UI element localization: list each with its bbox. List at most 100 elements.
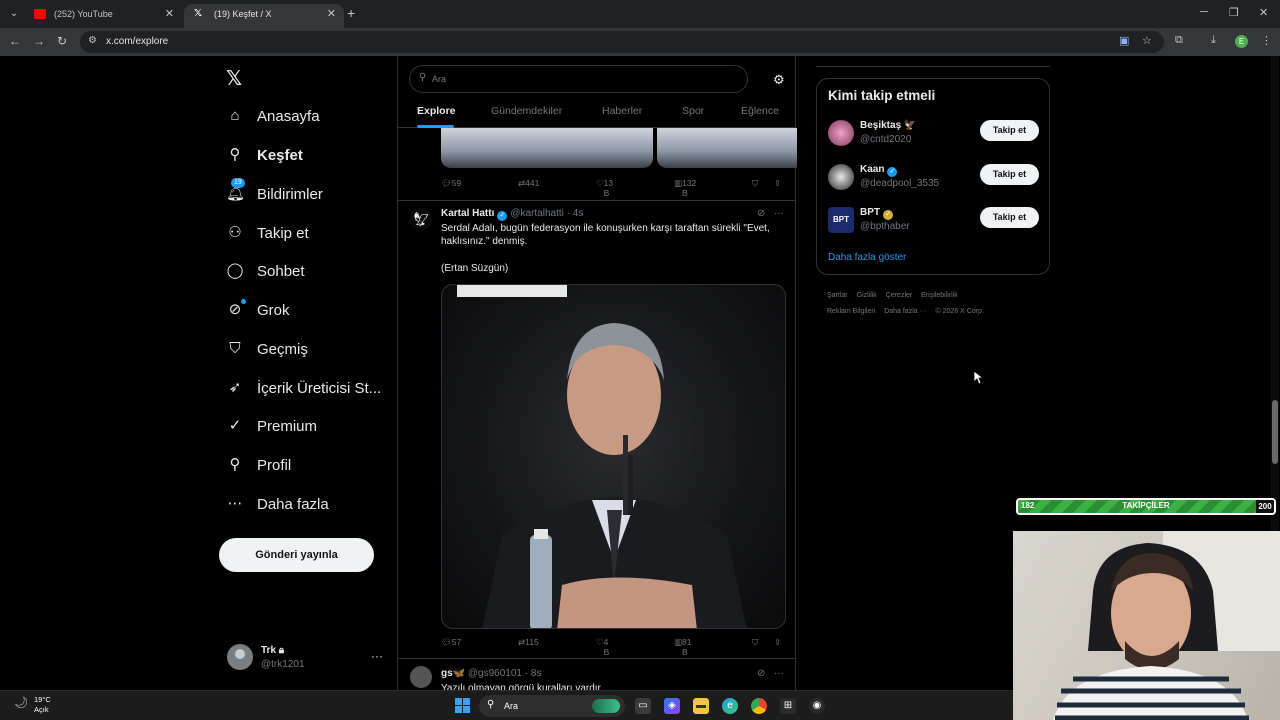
- footer-link[interactable]: Çerezler: [886, 292, 912, 299]
- tweet-time[interactable]: · 8s: [525, 668, 542, 679]
- task-view-icon[interactable]: ▭: [635, 698, 651, 714]
- footer-link[interactable]: Erişilebilirlik: [921, 292, 958, 299]
- tweet-author-handle[interactable]: @gs960101: [468, 668, 522, 679]
- tweet-image[interactable]: [441, 128, 653, 168]
- tweet-author-handle[interactable]: @kartalhatti: [510, 208, 564, 219]
- show-more-link[interactable]: Daha fazla göster: [828, 252, 906, 263]
- views-button[interactable]: ▥ 132 B: [674, 178, 696, 198]
- edge-icon[interactable]: e: [722, 698, 738, 714]
- download-icon[interactable]: ⤓: [1211, 34, 1216, 47]
- footer-link[interactable]: Daha fazla ···: [884, 308, 926, 315]
- reply-count: 57: [451, 637, 462, 647]
- views-button[interactable]: ▥ 81 B: [674, 637, 692, 657]
- sidebar-item-home[interactable]: ⌂ Anasayfa: [226, 101, 319, 131]
- sidebar-item-history[interactable]: ⛉ Geçmiş: [226, 334, 307, 364]
- tab-entertainment[interactable]: Eğlence: [741, 105, 779, 117]
- obs-icon[interactable]: ◉: [809, 698, 825, 714]
- follow-button[interactable]: Takip et: [980, 164, 1039, 185]
- sidebar-item-more[interactable]: ⋯ Daha fazla: [226, 489, 329, 519]
- tab-news[interactable]: Haberler: [602, 105, 642, 117]
- back-arrow-icon[interactable]: ←: [9, 34, 21, 48]
- suggested-account[interactable]: Kaan ✓ @deadpool_3535 Takip et: [828, 162, 1040, 196]
- account-switcher[interactable]: Trk 🔒︎ @trk1201 ···: [227, 643, 387, 673]
- footer-link[interactable]: Gizlilik: [857, 292, 877, 299]
- sidebar-item-explore[interactable]: ⚲ Keşfet: [226, 140, 303, 170]
- site-info-icon[interactable]: ⚙: [88, 35, 97, 46]
- new-tab-plus-icon[interactable]: +: [347, 5, 355, 21]
- profile-avatar[interactable]: E: [1235, 35, 1248, 48]
- avatar[interactable]: 🦅︎: [410, 208, 432, 230]
- share-icon[interactable]: ⇪: [774, 637, 781, 648]
- tab-search-chevron-icon[interactable]: ⌄: [6, 6, 22, 22]
- like-count: 4 B: [603, 637, 610, 657]
- reply-button[interactable]: 💬︎ 57: [441, 637, 461, 648]
- retweet-button[interactable]: ⇄ 441: [518, 178, 539, 189]
- suggested-account[interactable]: BPT BPT ✓ @bpthaber Takip et: [828, 205, 1040, 239]
- tweet-image[interactable]: [657, 128, 797, 168]
- tweet-photo[interactable]: [441, 284, 786, 629]
- tweet-time[interactable]: · 4s: [567, 208, 584, 219]
- footer-link[interactable]: Reklam Bilgileri: [827, 308, 875, 315]
- window-close-icon[interactable]: ✕: [1259, 6, 1268, 19]
- weather-widget[interactable]: 19°C Açık: [34, 695, 51, 715]
- footer-link[interactable]: Şartlar: [827, 292, 848, 299]
- like-button[interactable]: ♡ 13 B: [596, 178, 613, 198]
- more-dots-icon[interactable]: ···: [774, 668, 784, 679]
- settings-gear-icon[interactable]: ⚙: [773, 72, 785, 88]
- bookmark-icon[interactable]: ⛉: [752, 637, 758, 648]
- file-explorer-icon[interactable]: ▬: [693, 698, 709, 714]
- sidebar-item-notifications[interactable]: 🔔︎ 19 Bildirimler: [226, 178, 323, 209]
- bookmark-icon[interactable]: ⛉: [752, 178, 758, 189]
- search-icon: ⚲: [419, 72, 427, 83]
- share-icon[interactable]: ⇪: [774, 178, 781, 189]
- suggested-account[interactable]: Beşiktaş 🦅 @cntd2020 Takip et: [828, 118, 1040, 152]
- footer-links: Şartlar Gizlilik Çerezler Erişilebilirli…: [827, 288, 1027, 320]
- menu-kebab-icon[interactable]: ⋮: [1261, 34, 1272, 47]
- sidebar-item-grok[interactable]: ⊘ Grok: [226, 295, 290, 325]
- tab-explore[interactable]: Explore: [417, 105, 456, 117]
- microsoft-365-icon[interactable]: ◈: [664, 698, 680, 714]
- avatar[interactable]: [410, 666, 432, 688]
- reload-icon[interactable]: ↻: [57, 34, 67, 48]
- like-button[interactable]: ♡ 4 B: [596, 637, 609, 657]
- forward-arrow-icon[interactable]: →: [33, 34, 45, 48]
- x-logo-icon[interactable]: 𝕏: [226, 66, 242, 91]
- weather-moon-icon[interactable]: 🌙︎: [14, 696, 28, 709]
- restore-icon[interactable]: ❐: [1229, 6, 1239, 19]
- sidebar-item-premium[interactable]: ✓ Premium: [226, 411, 317, 441]
- sidebar-item-follow[interactable]: ⚇ Takip et: [226, 218, 308, 248]
- extension-icon[interactable]: ▣: [1119, 34, 1129, 47]
- bookmark-star-icon[interactable]: ☆: [1142, 34, 1152, 47]
- close-icon[interactable]: ✕: [327, 4, 336, 24]
- tab-trending[interactable]: Gündemdekiler: [491, 105, 562, 117]
- browser-tab-youtube[interactable]: (252) YouTube ✕: [24, 4, 182, 28]
- more-dots-icon[interactable]: ···: [371, 649, 383, 663]
- extensions-puzzle-icon[interactable]: ⧉: [1175, 34, 1183, 47]
- follow-button[interactable]: Takip et: [980, 207, 1039, 228]
- scrollbar-thumb[interactable]: [1272, 400, 1278, 464]
- retweet-button[interactable]: ⇄ 115: [518, 637, 539, 648]
- sidebar-item-profile[interactable]: ⚲ Profil: [226, 450, 292, 480]
- grok-icon[interactable]: ⊘: [757, 668, 765, 679]
- more-dots-icon[interactable]: ···: [774, 208, 784, 219]
- sidebar-item-creator-studio[interactable]: ➶ İçerik Üreticisi St...: [226, 373, 381, 403]
- taskbar-search[interactable]: ⚲ Ara: [479, 695, 625, 717]
- add-person-icon: ⚇: [228, 224, 242, 241]
- address-bar[interactable]: ⚙ x.com/explore: [80, 31, 1164, 53]
- post-button[interactable]: Gönderi yayınla: [219, 538, 374, 572]
- sidebar-item-chat[interactable]: ◯ Sohbet: [226, 256, 305, 286]
- search-input[interactable]: ⚲ Ara: [409, 65, 748, 93]
- store-icon[interactable]: ⊞: [780, 698, 796, 714]
- tweet-author-name[interactable]: gs🦋: [441, 668, 465, 679]
- follow-button[interactable]: Takip et: [980, 120, 1039, 141]
- tweet-author-name[interactable]: Kartal Hattı: [441, 208, 494, 219]
- browser-tab-x[interactable]: 𝕏 (19) Keşfet / X ✕: [184, 4, 344, 28]
- windows-start-icon[interactable]: [455, 698, 470, 713]
- chrome-icon[interactable]: [751, 698, 767, 714]
- minimize-icon[interactable]: ─: [1200, 6, 1208, 18]
- bookmark-icon: ⛉: [229, 340, 241, 357]
- reply-button[interactable]: 💬︎ 59: [441, 178, 461, 189]
- tab-sports[interactable]: Spor: [682, 105, 704, 117]
- grok-icon[interactable]: ⊘: [757, 208, 765, 219]
- close-icon[interactable]: ✕: [165, 4, 174, 24]
